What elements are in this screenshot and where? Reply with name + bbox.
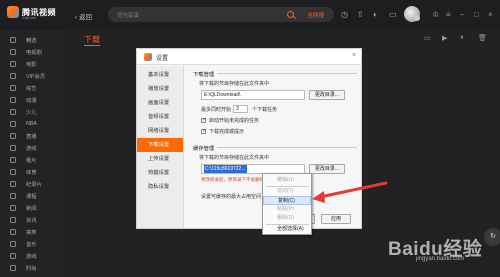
watermark-sub: jingyan.baidu.com: [416, 256, 465, 262]
refresh-corner-button[interactable]: ↻: [484, 228, 500, 246]
